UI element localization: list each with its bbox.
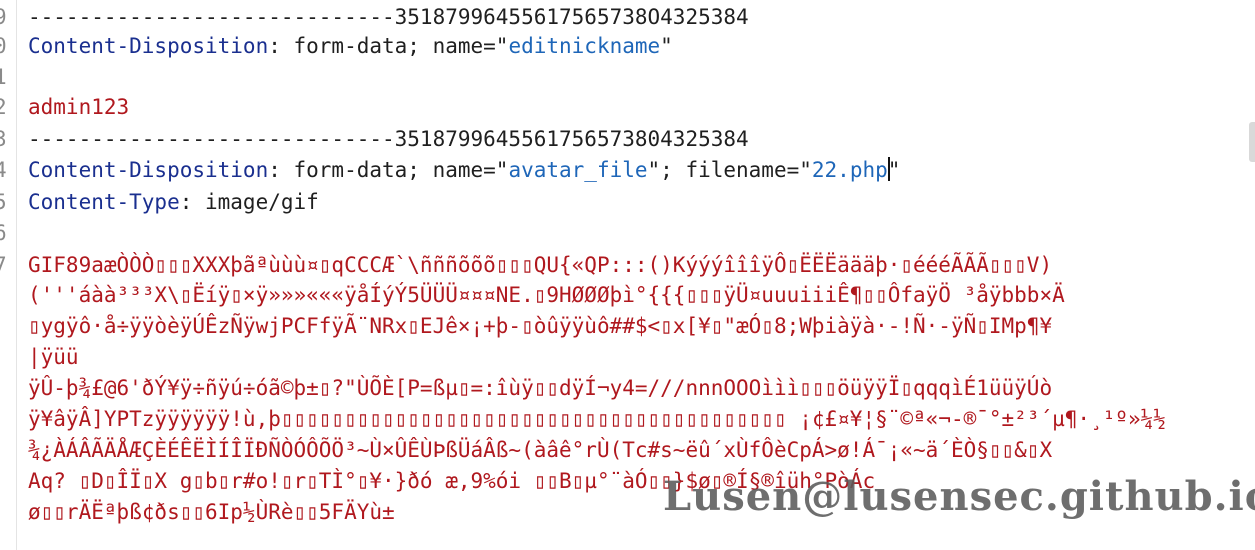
line-content: ¾¿ÀÁÂÃÄÅÆÇÈÉÊËÌÍÎÏÐÑÒÓÔÕÖ³~Ù×ÛÊÙÞßÜáÂß~(… bbox=[28, 435, 1052, 466]
header-name: Content-Type bbox=[28, 190, 180, 214]
code-line[interactable]: ¾¿ÀÁÂÃÄÅÆÇÈÉÊËÌÍÎÏÐÑÒÓÔÕÖ³~Ù×ÛÊÙÞßÜáÂß~(… bbox=[0, 435, 1255, 466]
plain-text: " bbox=[660, 34, 673, 58]
plain-text: " bbox=[887, 158, 901, 182]
code-line[interactable]: 0 Content-Disposition: form-data; name="e… bbox=[0, 31, 1255, 62]
code-line[interactable]: ÿ¥âÿÂ]YPTzÿÿÿÿÿÿ!ù,þ▯▯▯▯▯▯▯▯▯▯▯▯▯▯▯▯▯▯▯▯… bbox=[0, 404, 1255, 435]
code-line[interactable]: 5 Content-Type: image/gif bbox=[0, 187, 1255, 218]
line-number: 4 bbox=[0, 158, 7, 182]
body-value: ÿ¥âÿÂ]YPTzÿÿÿÿÿÿ!ù,þ▯▯▯▯▯▯▯▯▯▯▯▯▯▯▯▯▯▯▯▯… bbox=[28, 407, 1166, 431]
line-content: |ÿüü bbox=[28, 342, 79, 373]
plain-text: : form-data; name=" bbox=[268, 158, 509, 182]
line-number: 0 bbox=[0, 34, 7, 58]
body-value: |ÿüü bbox=[28, 345, 79, 369]
code-line[interactable]: |ÿüü bbox=[0, 342, 1255, 373]
code-line[interactable]: ÿÛ-þ¾£@6'ðÝ¥ÿ÷ñÿú÷óã©þ±▯?"ÙÕÈ[P=ßµ▯=:îùÿ… bbox=[0, 373, 1255, 404]
code-line[interactable]: 9 -----------------------------3518799645… bbox=[0, 2, 1255, 33]
line-content: Content-Type: image/gif bbox=[28, 187, 319, 218]
string-value: editnickname bbox=[508, 34, 661, 58]
line-content: Content-Disposition: form-data; name="ed… bbox=[28, 31, 673, 62]
body-value: ÿÛ-þ¾£@6'ðÝ¥ÿ÷ñÿú÷óã©þ±▯?"ÙÕÈ[P=ßµ▯=:îùÿ… bbox=[28, 376, 1053, 400]
line-number: 8 bbox=[0, 545, 10, 550]
line-content: ('''áàà³³³X\▯Ëíÿ▯×ÿ»»»«««ÿåÍýÝ5ÜÜÜ¤¤¤NE.… bbox=[28, 280, 1065, 311]
body-value: ¾¿ÀÁÂÃÄÅÆÇÈÉÊËÌÍÎÏÐÑÒÓÔÕÖ³~Ù×ÛÊÙÞßÜáÂß~(… bbox=[28, 438, 1053, 462]
line-number: 7 bbox=[0, 253, 7, 277]
line-content: -----------------------------35187996455… bbox=[28, 124, 749, 155]
line-content: ÿÛ-þ¾£@6'ðÝ¥ÿ÷ñÿú÷óã©þ±▯?"ÙÕÈ[P=ßµ▯=:îùÿ… bbox=[28, 373, 1052, 404]
line-content: GIF89aæÒÒÒ▯▯▯XXXþãªùùù¤▯qCCCÆ`\ñññõõõ▯▯▯… bbox=[28, 250, 1052, 281]
plain-text: : form-data; name=" bbox=[268, 34, 509, 58]
header-name: Content-Disposition bbox=[28, 34, 269, 58]
code-line[interactable]: 7 GIF89aæÒÒÒ▯▯▯XXXþãªùùù¤▯qCCCÆ`\ñññõõõ▯▯… bbox=[0, 250, 1255, 281]
string-value: 22.php bbox=[811, 158, 888, 182]
watermark: Lusen@lusensec.github.io bbox=[663, 473, 1255, 520]
header-name: Content-Disposition bbox=[28, 158, 269, 182]
code-line[interactable]: ▯ygÿô·å÷ÿÿòèÿÚÊzÑÿwjPCFfÿÃ¨NRx▯EJê×¡+þ-▯… bbox=[0, 311, 1255, 342]
code-line[interactable]: ('''áàà³³³X\▯Ëíÿ▯×ÿ»»»«««ÿåÍýÝ5ÜÜÜ¤¤¤NE.… bbox=[0, 280, 1255, 311]
http-request-editor[interactable]: 9 -----------------------------3518799645… bbox=[0, 0, 1255, 550]
body-value: ('''áàà³³³X\▯Ëíÿ▯×ÿ»»»«««ÿåÍýÝ5ÜÜÜ¤¤¤NE.… bbox=[28, 283, 1065, 307]
string-value: avatar_file bbox=[508, 158, 648, 182]
line-content: ÿ¥âÿÂ]YPTzÿÿÿÿÿÿ!ù,þ▯▯▯▯▯▯▯▯▯▯▯▯▯▯▯▯▯▯▯▯… bbox=[28, 404, 1166, 435]
line-number: 3 bbox=[0, 127, 7, 151]
code-line[interactable]: 2 admin123 bbox=[0, 92, 1255, 123]
code-line[interactable]: 8 bbox=[0, 545, 1255, 550]
code-line[interactable]: 4 Content-Disposition: form-data; name="a… bbox=[0, 155, 1255, 186]
line-content: ▯ygÿô·å÷ÿÿòèÿÚÊzÑÿwjPCFfÿÃ¨NRx▯EJê×¡+þ-▯… bbox=[28, 311, 1052, 342]
scrollbar-thumb[interactable] bbox=[1249, 122, 1255, 162]
line-content: admin123 bbox=[28, 92, 129, 123]
line-content: Content-Disposition: form-data; name="av… bbox=[28, 155, 900, 186]
plain-text: "; filename=" bbox=[647, 158, 812, 182]
body-value: admin123 bbox=[28, 95, 130, 119]
line-content: -----------------------------35187996455… bbox=[28, 2, 749, 33]
body-value: GIF89aæÒÒÒ▯▯▯XXXþãªùùù¤▯qCCCÆ`\ñññõõõ▯▯▯… bbox=[28, 253, 1053, 277]
line-number: 9 bbox=[0, 5, 7, 29]
line-number: 5 bbox=[0, 190, 7, 214]
code-line[interactable]: 3 -----------------------------3518799645… bbox=[0, 124, 1255, 155]
boundary-delimiter: -----------------------------35187996455… bbox=[28, 5, 749, 29]
body-value: ▯ygÿô·å÷ÿÿòèÿÚÊzÑÿwjPCFfÿÃ¨NRx▯EJê×¡+þ-▯… bbox=[28, 314, 1053, 338]
code-line[interactable]: 6 bbox=[0, 218, 1255, 249]
line-number: 1 bbox=[0, 65, 7, 89]
plain-text: : image/gif bbox=[179, 190, 319, 214]
line-number: 2 bbox=[0, 95, 7, 119]
code-line[interactable]: 1 bbox=[0, 62, 1255, 93]
boundary-delimiter: -----------------------------35187996455… bbox=[28, 127, 749, 151]
line-number: 6 bbox=[0, 221, 7, 245]
